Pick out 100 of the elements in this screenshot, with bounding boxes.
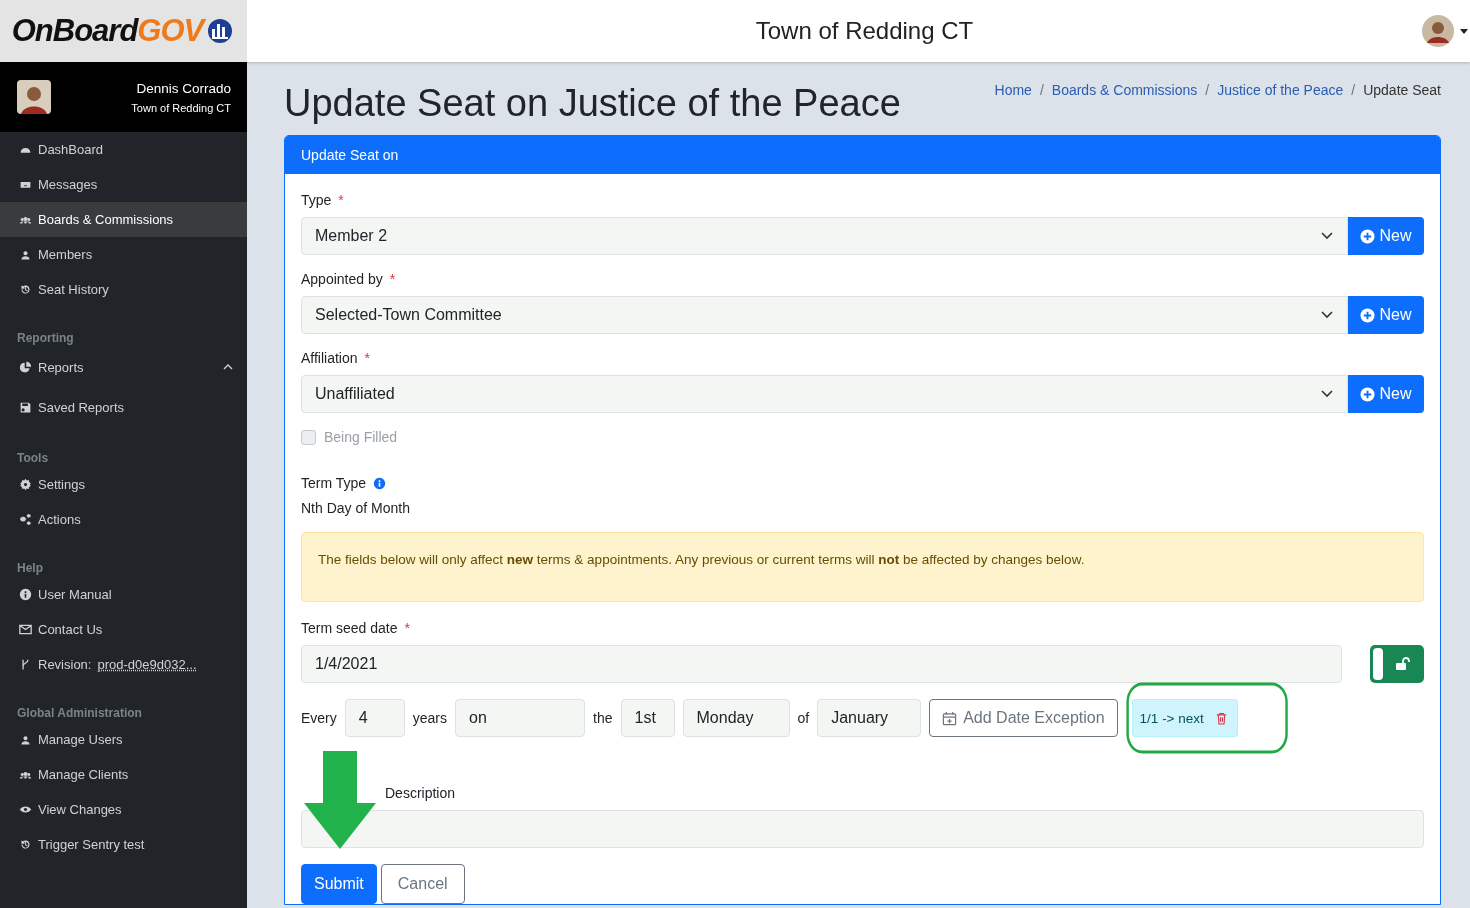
nav-item[interactable]: Members [0,237,247,272]
info-icon [19,588,32,601]
nav-label: Trigger Sentry test [38,837,145,852]
nav-label: Seat History [38,282,109,297]
nav-item[interactable]: User Manual [0,577,247,612]
logo[interactable]: OnBoardGOV [0,0,247,62]
info-icon[interactable] [373,476,387,490]
field-label: Affiliation [301,350,358,366]
field-label: Term Type [301,475,367,491]
nav-item[interactable]: View Changes [0,792,247,827]
field-label: Term seed date [301,620,398,636]
user-organization: Town of Redding CT [131,101,231,114]
chevron-down-icon [1321,311,1333,319]
breadcrumb-link[interactable]: Home [994,82,1032,98]
logo-text: OnBoard [11,13,138,49]
recurrence-label: years [412,710,448,726]
nav-label: Manage Users [38,732,123,747]
nav-label: Messages [38,177,98,192]
breadcrumb-link[interactable]: Justice of the Peace [1217,82,1344,98]
field-label: Description [385,785,456,801]
required-asterisk: * [364,350,370,366]
plus-circle-icon [1360,228,1376,244]
eye-icon [19,803,32,816]
nav-label: Settings [38,477,85,492]
recurrence-label: the [593,710,613,726]
nav-label: Reports [38,359,84,375]
nav-label: DashBoard [38,142,104,157]
nav-item[interactable]: Saved Reports [0,387,247,427]
caret-icon[interactable] [1460,28,1468,34]
avatar-icon[interactable] [1422,15,1454,47]
page-header-title: Town of Redding CT [754,17,975,45]
select-field[interactable]: Member 2 [301,217,1348,255]
padlock-icon [1394,656,1410,672]
card-title: Update Seat on [301,147,399,163]
section-heading: Global Administration [16,705,143,722]
field-label: Appointed by [301,271,383,287]
nav-item[interactable]: Actions [0,502,247,537]
nav-item[interactable]: Reports [0,347,247,387]
nav-item[interactable]: Contact Us [0,612,247,647]
new-button[interactable]: New [1348,217,1424,255]
chevron-down-icon [1321,390,1333,398]
nav-item[interactable]: Manage Users [0,722,247,757]
breadcrumb-separator: / [1351,82,1356,98]
alert-text: The fields below will only affect new terms & appointments. Any previous or current terms will not be affected by changes below. [318,552,1085,567]
user-icon [19,248,32,261]
ordinal-select[interactable]: 1st [620,699,675,737]
nav-label: Boards & Commissions [38,212,174,227]
breadcrumb-link[interactable]: Boards & Commissions [1051,82,1198,98]
add-date-exception-button[interactable]: Add Date Exception [929,699,1118,737]
breadcrumb-separator: / [1039,82,1044,98]
month-select[interactable]: January [817,699,922,737]
gear-icon [19,478,32,491]
nav-item[interactable]: Messages [0,167,247,202]
nav-item[interactable]: Boards & Commissions [0,202,247,237]
nav-label: Manage Clients [38,767,129,782]
description-field[interactable] [301,810,1424,848]
nav-item[interactable]: DashBoard [0,132,247,167]
nav-label: Contact Us [38,622,103,637]
field-label: Type [301,192,332,208]
new-button[interactable]: New [1348,375,1424,413]
new-button[interactable]: New [1348,296,1424,334]
lock-toggle[interactable] [1370,645,1424,683]
history-icon [19,838,32,851]
nav-label: Members [38,247,93,262]
required-asterisk: * [404,620,410,636]
required-asterisk: * [389,271,396,287]
plus-circle-icon [1360,307,1376,323]
field-value: Nth Day of Month [301,500,411,516]
history-icon [19,283,32,296]
recurrence-label: of [797,710,810,726]
plus-circle-icon [1360,386,1376,402]
nav-item[interactable]: Seat History [0,272,247,307]
nav-item[interactable]: Trigger Sentry test [0,827,247,862]
revision-link[interactable]: prod-d0e9d032... [97,657,197,672]
page-title: Update Seat on Justice of the Peace [284,82,901,125]
checkbox-label: Being Filled [324,429,398,445]
date-field[interactable]: 1/4/2021 [301,645,1342,683]
nav-label: Revision: [38,657,92,672]
avatar-icon [17,80,51,114]
section-heading: Help [16,560,44,577]
nav-label: View Changes [38,802,122,817]
nav-label: User Manual [38,587,112,602]
trash-icon[interactable] [1215,711,1227,725]
nav-item[interactable]: Manage Clients [0,757,247,792]
weekday-select[interactable]: Monday [682,699,790,737]
section-heading: Tools [16,450,50,467]
select-field[interactable]: Selected-Town Committee [301,296,1348,334]
user-name: Dennis Corrado [135,80,231,96]
select-field[interactable]: Unaffiliated [301,375,1348,413]
on-select[interactable]: on [455,699,586,737]
submit-button[interactable]: Submit [301,864,377,904]
nav-item[interactable]: Revision: prod-d0e9d032... [0,647,247,682]
chevron-down-icon [1321,232,1333,240]
chevron-icon[interactable] [223,364,233,370]
section-heading: Reporting [16,330,75,347]
envelope-icon [19,623,32,636]
nav-item[interactable]: Settings [0,467,247,502]
cancel-button[interactable]: Cancel [380,864,465,904]
years-field[interactable]: 4 [344,699,405,737]
breadcrumb-separator: / [1205,82,1210,98]
